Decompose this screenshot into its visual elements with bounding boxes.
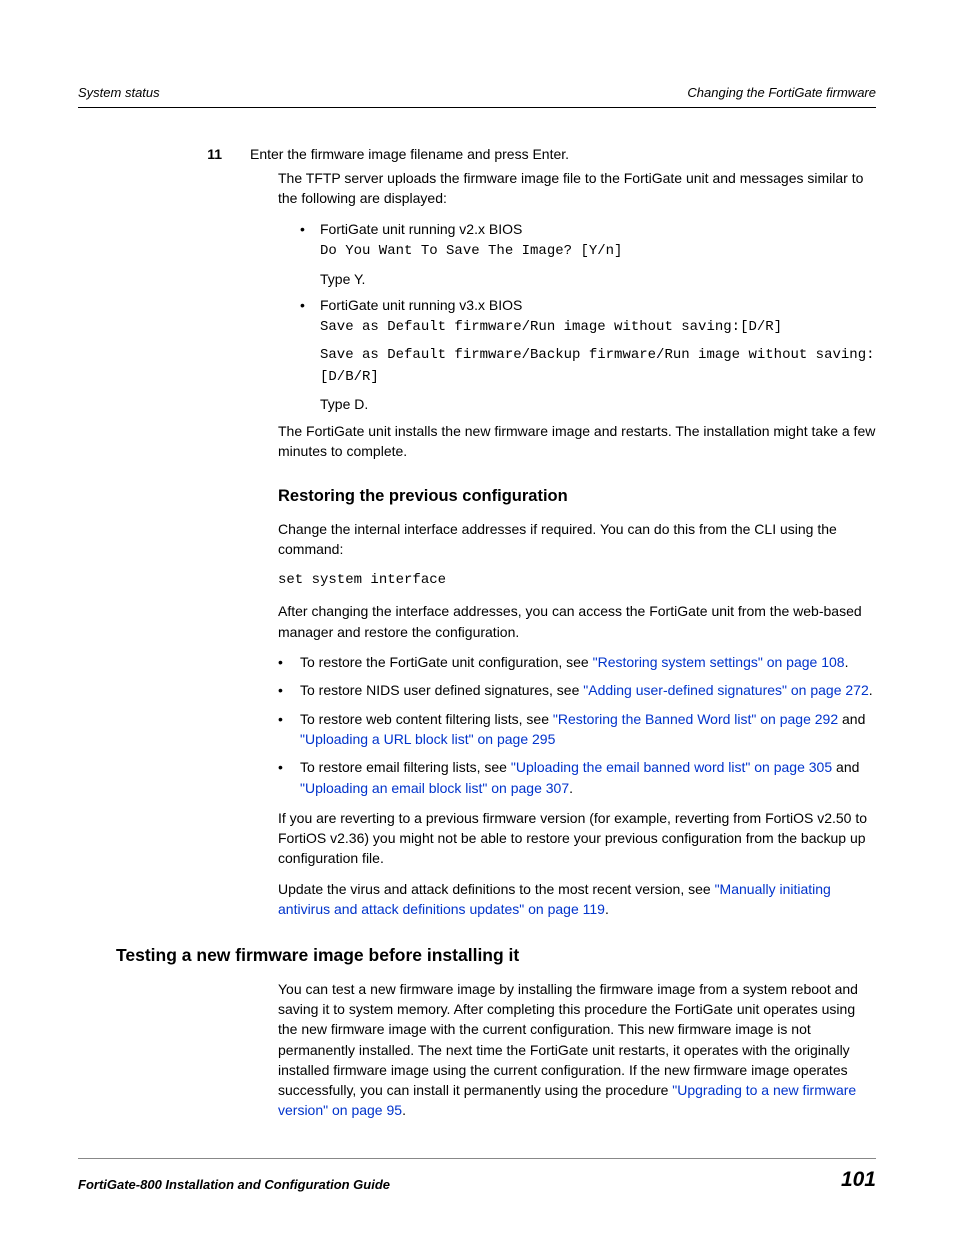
li3-mid: and [838, 711, 865, 727]
testing-text: You can test a new firmware image by ins… [278, 981, 858, 1098]
testing-content: You can test a new firmware image by ins… [278, 979, 876, 1121]
restore-li2: • To restore NIDS user defined signature… [278, 680, 876, 700]
link-restoring-banned-word-list[interactable]: "Restoring the Banned Word list" on page… [553, 711, 838, 727]
restore-li1: • To restore the FortiGate unit configur… [278, 652, 876, 672]
footer-title: FortiGate-800 Installation and Configura… [78, 1176, 390, 1195]
type-d: Type D. [320, 394, 876, 414]
page: System status Changing the FortiGate fir… [0, 0, 954, 1121]
period: . [869, 682, 873, 698]
restore-bullets: • To restore the FortiGate unit configur… [278, 652, 876, 798]
li3-text: To restore web content filtering lists, … [300, 711, 553, 727]
tftp-text: The TFTP server uploads the firmware ima… [278, 168, 876, 209]
code-v3a: Save as Default firmware/Run image witho… [320, 317, 876, 339]
bullet-icon: • [278, 709, 300, 750]
link-uploading-email-banned-word-list[interactable]: "Uploading the email banned word list" o… [511, 759, 832, 775]
header-left: System status [78, 84, 160, 103]
link-uploading-email-block-list[interactable]: "Uploading an email block list" on page … [300, 780, 569, 796]
code-v3b: Save as Default firmware/Backup firmware… [320, 345, 876, 388]
period: . [402, 1102, 406, 1118]
restore-p3: If you are reverting to a previous firmw… [278, 808, 876, 869]
link-restoring-system-settings[interactable]: "Restoring system settings" on page 108 [593, 654, 845, 670]
step-11: 11 Enter the firmware image filename and… [278, 144, 876, 164]
bullet-icon: • [278, 652, 300, 672]
step-intro: Enter the firmware image filename and pr… [250, 144, 569, 164]
li1-text: To restore the FortiGate unit configurat… [300, 654, 593, 670]
bullet-icon: • [300, 295, 320, 315]
link-uploading-url-block-list[interactable]: "Uploading a URL block list" on page 295 [300, 731, 555, 747]
page-number: 101 [841, 1165, 876, 1195]
header-right: Changing the FortiGate firmware [687, 84, 876, 103]
running-header: System status Changing the FortiGate fir… [78, 84, 876, 108]
bullet-icon: • [300, 219, 320, 239]
restore-p4: Update the virus and attack definitions … [278, 879, 876, 920]
install-text: The FortiGate unit installs the new firm… [278, 421, 876, 462]
bios-v3-label: FortiGate unit running v3.x BIOS [320, 295, 522, 315]
footer: FortiGate-800 Installation and Configura… [78, 1158, 876, 1195]
p4-text: Update the virus and attack definitions … [278, 881, 715, 897]
link-adding-user-defined-signatures[interactable]: "Adding user-defined signatures" on page… [583, 682, 868, 698]
restore-p1: Change the internal interface addresses … [278, 519, 876, 560]
bios-v3-item: • FortiGate unit running v3.x BIOS [300, 295, 876, 315]
bios-list-2: • FortiGate unit running v3.x BIOS [300, 295, 876, 315]
restore-cmd: set system interface [278, 570, 876, 592]
bios-list: • FortiGate unit running v2.x BIOS [300, 219, 876, 239]
step-number: 11 [198, 144, 250, 164]
restore-li4: • To restore email filtering lists, see … [278, 757, 876, 798]
bullet-icon: • [278, 680, 300, 700]
restore-li3: • To restore web content filtering lists… [278, 709, 876, 750]
restore-p2: After changing the interface addresses, … [278, 601, 876, 642]
li2-text: To restore NIDS user defined signatures,… [300, 682, 583, 698]
testing-p1: You can test a new firmware image by ins… [278, 979, 876, 1121]
li4-mid: and [832, 759, 859, 775]
bios-v2-item: • FortiGate unit running v2.x BIOS [300, 219, 876, 239]
bullet-icon: • [278, 757, 300, 798]
bios-v2-label: FortiGate unit running v2.x BIOS [320, 219, 522, 239]
period: . [569, 780, 573, 796]
type-y: Type Y. [320, 269, 876, 289]
main-content: 11 Enter the firmware image filename and… [278, 144, 876, 919]
testing-heading: Testing a new firmware image before inst… [116, 943, 876, 968]
period: . [605, 901, 609, 917]
restore-heading: Restoring the previous configuration [278, 485, 876, 509]
period: . [845, 654, 849, 670]
li4-text: To restore email filtering lists, see [300, 759, 511, 775]
code-v2: Do You Want To Save The Image? [Y/n] [320, 241, 876, 263]
